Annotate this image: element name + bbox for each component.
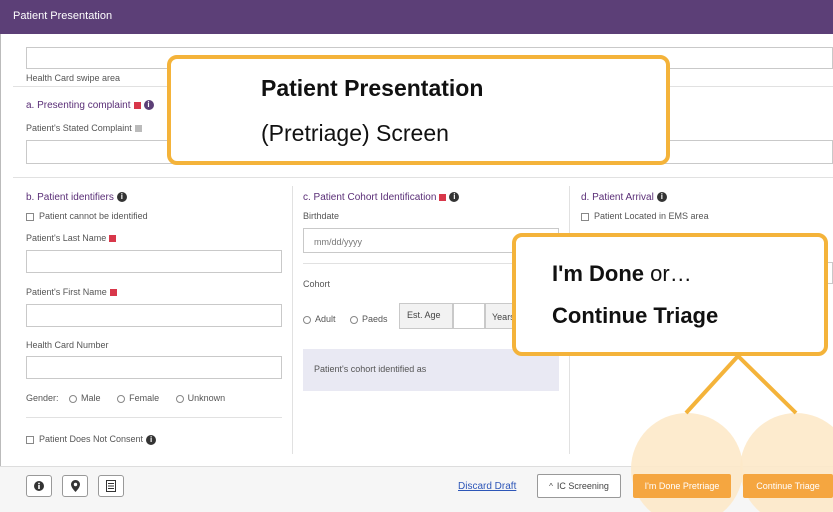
callout-continue-line: Continue Triage	[552, 303, 719, 328]
callout-title: Patient Presentation	[261, 75, 484, 101]
callout-subtitle: (Pretriage) Screen	[261, 120, 449, 146]
callout-done-line: I'm Done or…	[552, 261, 692, 286]
done-continue-callout: I'm Done or… Continue Triage	[512, 233, 828, 356]
presentation-callout: Patient Presentation (Pretriage) Screen	[167, 55, 670, 165]
